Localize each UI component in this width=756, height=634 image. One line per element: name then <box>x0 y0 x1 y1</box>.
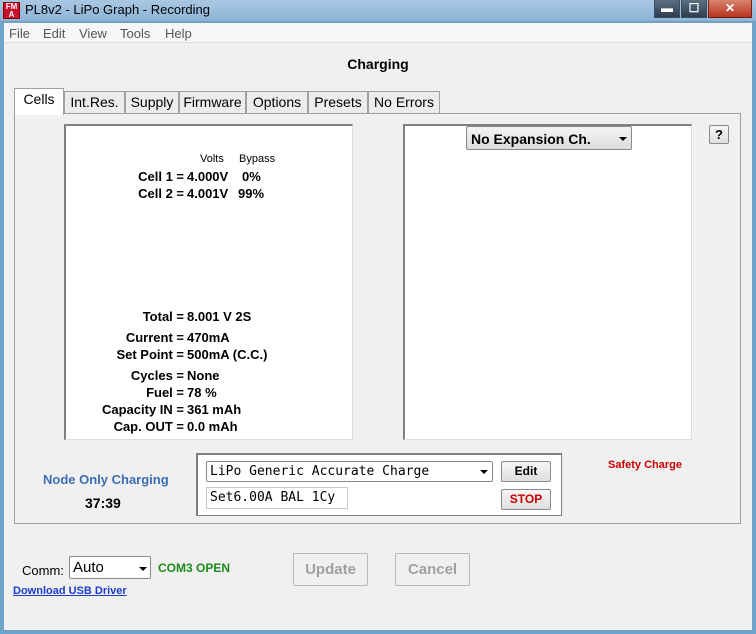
cycles-value: None <box>187 368 220 383</box>
total-label: Total = <box>142 309 184 324</box>
setpoint-value: 500mA (C.C.) <box>187 347 268 362</box>
maximize-button[interactable]: ☐ <box>681 0 707 18</box>
chevron-down-icon <box>139 567 147 571</box>
tab-firmware[interactable]: Firmware <box>179 91 246 113</box>
fuel-label: Fuel = <box>146 385 184 400</box>
comm-label: Comm: <box>22 563 64 578</box>
charge-timer: 37:39 <box>85 495 121 511</box>
expansion-panel: No Expansion Ch. <box>403 124 692 440</box>
bypass-header: Bypass <box>239 153 276 165</box>
expansion-dropdown[interactable]: No Expansion Ch. <box>466 126 632 150</box>
total-value: 8.001 V 2S <box>187 309 252 324</box>
tab-cells[interactable]: Cells <box>14 88 64 115</box>
cell-2-volts: 4.001V <box>187 186 229 201</box>
setpoint-label: Set Point = <box>116 347 184 362</box>
page-title: Charging <box>347 56 409 72</box>
update-button[interactable]: Update <box>293 553 368 586</box>
app-icon[interactable]: FM A <box>3 2 20 19</box>
capacity-in-label: Capacity IN = <box>101 402 184 417</box>
menu-view[interactable]: View <box>79 26 107 41</box>
current-label: Current = <box>125 330 184 345</box>
chevron-down-icon <box>619 137 627 141</box>
charge-summary-text: Set6.00A BAL 1Cy <box>210 490 336 505</box>
tab-options[interactable]: Options <box>246 91 308 113</box>
menu-edit[interactable]: Edit <box>43 26 65 41</box>
cell-2-bypass: 99% <box>238 186 265 201</box>
port-status: COM3 OPEN <box>158 561 231 575</box>
cell-1-volts: 4.000V <box>187 169 229 184</box>
capacity-out-label: Cap. OUT = <box>113 419 184 434</box>
cells-info-panel: Volts Bypass Cell 1 = 4.000V 0% Cell 2 =… <box>64 124 353 440</box>
main-window: File Edit View Tools Help Charging Cells… <box>4 23 752 630</box>
fuel-value: 78 % <box>187 385 217 400</box>
comm-dropdown[interactable]: Auto <box>69 556 151 579</box>
stop-button[interactable]: STOP <box>501 489 551 510</box>
app-icon-bottom-text: A <box>8 10 15 19</box>
charge-summary-field: Set6.00A BAL 1Cy <box>206 487 348 509</box>
chevron-down-icon <box>480 470 488 474</box>
tab-presets[interactable]: Presets <box>308 91 368 113</box>
download-driver-link[interactable]: Download USB Driver <box>13 585 127 597</box>
cell-2-label: Cell 2 = <box>138 186 184 201</box>
comm-selected: Auto <box>73 559 104 576</box>
cell-1-label: Cell 1 = <box>138 169 184 184</box>
tab-supply[interactable]: Supply <box>125 91 179 113</box>
close-button[interactable]: ✕ <box>708 0 752 18</box>
menu-bar: File Edit View Tools Help <box>4 23 752 43</box>
safety-charge-label: Safety Charge <box>608 459 682 471</box>
menu-help[interactable]: Help <box>165 26 192 41</box>
tab-int-res[interactable]: Int.Res. <box>64 91 125 113</box>
menu-file[interactable]: File <box>9 26 30 41</box>
tab-no-errors[interactable]: No Errors <box>368 91 440 113</box>
charge-program-selected: LiPo Generic Accurate Charge <box>210 464 430 479</box>
help-button[interactable]: ? <box>709 125 729 144</box>
minimize-button[interactable]: ▬ <box>654 0 680 18</box>
cycles-label: Cycles = <box>130 368 184 383</box>
window-title: PL8v2 - LiPo Graph - Recording <box>25 2 210 17</box>
current-value: 470mA <box>187 330 230 345</box>
expansion-selected: No Expansion Ch. <box>471 131 591 147</box>
volts-header: Volts <box>200 153 224 165</box>
cancel-button[interactable]: Cancel <box>395 553 470 586</box>
cells-tab-panel: Volts Bypass Cell 1 = 4.000V 0% Cell 2 =… <box>14 113 741 524</box>
node-status-label: Node Only Charging <box>43 472 169 487</box>
charge-program-box: LiPo Generic Accurate Charge Set6.00A BA… <box>196 453 562 516</box>
edit-button[interactable]: Edit <box>501 461 551 482</box>
title-bar: FM A PL8v2 - LiPo Graph - Recording ▬ ☐ … <box>0 0 756 22</box>
capacity-in-value: 361 mAh <box>187 402 242 417</box>
charge-program-dropdown[interactable]: LiPo Generic Accurate Charge <box>206 461 493 482</box>
menu-tools[interactable]: Tools <box>120 26 150 41</box>
capacity-out-value: 0.0 mAh <box>187 419 238 434</box>
cell-1-bypass: 0% <box>242 169 261 184</box>
